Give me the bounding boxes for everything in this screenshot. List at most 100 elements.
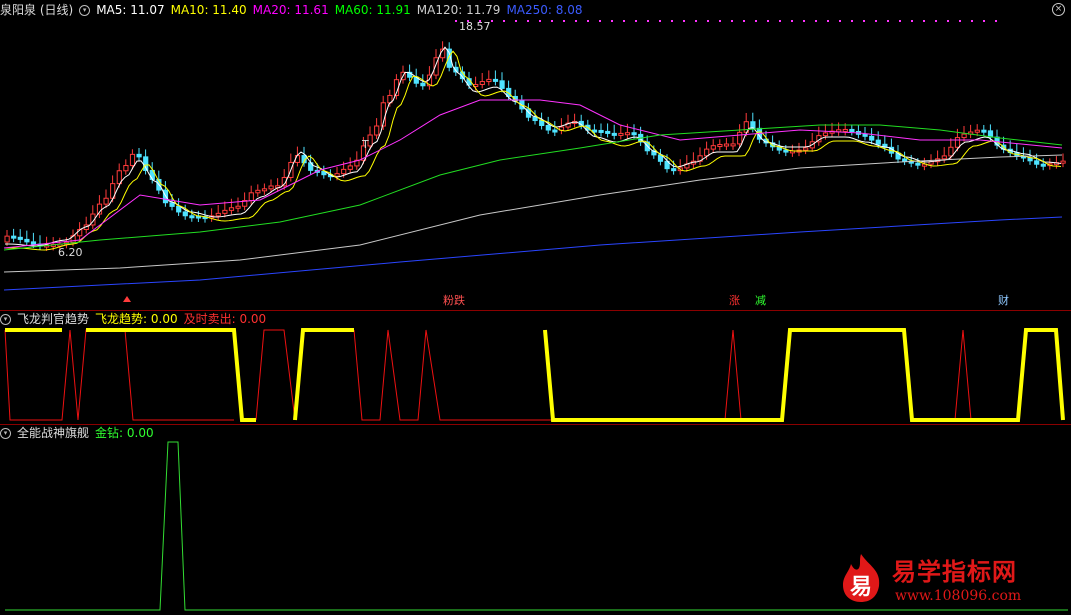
candle-body — [915, 162, 921, 166]
kline-chart[interactable] — [0, 0, 1071, 615]
signal-dot — [755, 20, 757, 22]
feilong-yellow-line — [543, 328, 1065, 422]
sell-value: 及时卖出: 0.00 — [183, 312, 267, 326]
signal-dot — [707, 20, 709, 22]
candle-body — [123, 165, 129, 172]
candle-body — [189, 215, 195, 219]
candle-body — [948, 146, 954, 157]
candle-body — [954, 137, 961, 148]
signal-fendie: 粉跌 — [443, 294, 465, 307]
feilong-yellow-line — [293, 328, 354, 421]
candle-body — [129, 153, 136, 167]
signal-dot — [563, 20, 565, 22]
candle-body — [374, 125, 380, 136]
signal-dot — [611, 20, 613, 22]
signal-dot — [983, 20, 985, 22]
feilong-red-line — [912, 329, 1018, 421]
candle-body — [1060, 160, 1066, 164]
candle-body — [611, 132, 617, 136]
signal-dot — [815, 20, 817, 22]
signal-dot — [551, 20, 553, 22]
candle-body — [730, 143, 736, 147]
candle-body — [103, 197, 109, 205]
signal-dot — [503, 20, 505, 22]
signal-dot — [647, 20, 649, 22]
candle-body — [618, 132, 624, 136]
signal-dot — [683, 20, 685, 22]
signal-dot — [851, 20, 853, 22]
feilong-red-line — [255, 329, 296, 421]
candle-body — [704, 148, 710, 157]
feilong-red-line — [553, 329, 782, 421]
up-arrow-icon — [123, 296, 131, 302]
signal-cai: 财 — [998, 294, 1009, 307]
settings-circle-icon[interactable]: ▾ — [0, 314, 11, 325]
candle-body — [822, 132, 829, 137]
signal-dot — [671, 20, 673, 22]
signal-dot — [743, 20, 745, 22]
candle-body — [671, 168, 677, 172]
candle-body — [717, 144, 723, 148]
feilong-value: 飞龙趋势: 0.00 — [95, 312, 178, 326]
candle-body — [539, 120, 545, 126]
panel3-header: ▾ 全能战神旗舰 金钻: 0.00 — [0, 425, 160, 441]
high-price-label: 18.57 — [459, 20, 491, 33]
candle-body — [11, 235, 17, 239]
signal-dot — [539, 20, 541, 22]
watermark-url: www.108096.com — [895, 588, 1022, 604]
candle-body — [783, 149, 789, 153]
candle-body — [552, 129, 558, 133]
candle-body — [176, 205, 182, 213]
candle-body — [737, 131, 743, 145]
feilong-red-line — [4, 329, 234, 421]
candle-body — [261, 188, 268, 192]
signal-dot — [623, 20, 625, 22]
signal-dot — [935, 20, 937, 22]
signal-dot — [971, 20, 973, 22]
candle-body — [723, 143, 730, 147]
candle-body — [492, 78, 499, 82]
candle-body — [222, 209, 228, 214]
feilong-red-line — [353, 329, 553, 421]
signal-dot — [863, 20, 865, 22]
signal-dot — [899, 20, 901, 22]
low-price-label: 6.20 — [58, 246, 83, 259]
jinzuan-value: 金钻: 0.00 — [95, 426, 154, 440]
signal-dot — [911, 20, 913, 22]
candle-body — [268, 185, 274, 190]
signal-dot — [719, 20, 721, 22]
ma10-line — [5, 50, 1062, 251]
signal-dot — [635, 20, 637, 22]
panel3-title[interactable]: 全能战神旗舰 — [17, 426, 89, 440]
candle-body — [532, 116, 538, 122]
candle-body — [961, 133, 967, 139]
candle-body — [215, 212, 221, 217]
candle-body — [842, 128, 848, 132]
signal-dot — [827, 20, 829, 22]
candle-body — [1040, 163, 1046, 167]
signal-dot — [491, 20, 493, 22]
settings-circle-icon[interactable]: ▾ — [0, 428, 11, 439]
candle-body — [849, 128, 855, 132]
ma250-line — [3, 216, 1063, 291]
signal-dot — [587, 20, 589, 22]
signal-dot — [995, 20, 997, 22]
candle-body — [479, 81, 485, 85]
candle-body — [248, 192, 254, 202]
signal-jian: 减 — [755, 294, 766, 307]
signal-dot — [791, 20, 793, 22]
panel2-title[interactable]: 飞龙判官趋势 — [17, 312, 89, 326]
signal-dot — [839, 20, 841, 22]
candle-body — [545, 124, 551, 131]
candle-body — [24, 238, 30, 243]
signal-dot — [947, 20, 949, 22]
candle-body — [598, 129, 604, 133]
candle-body — [182, 211, 188, 217]
t-marker: T — [362, 138, 369, 151]
candle-body — [862, 133, 868, 137]
candle-body — [235, 205, 241, 209]
flame-logo-icon: 易 — [843, 554, 880, 602]
candle-body — [30, 241, 37, 245]
candle-body — [1034, 160, 1040, 165]
signal-dot — [659, 20, 661, 22]
